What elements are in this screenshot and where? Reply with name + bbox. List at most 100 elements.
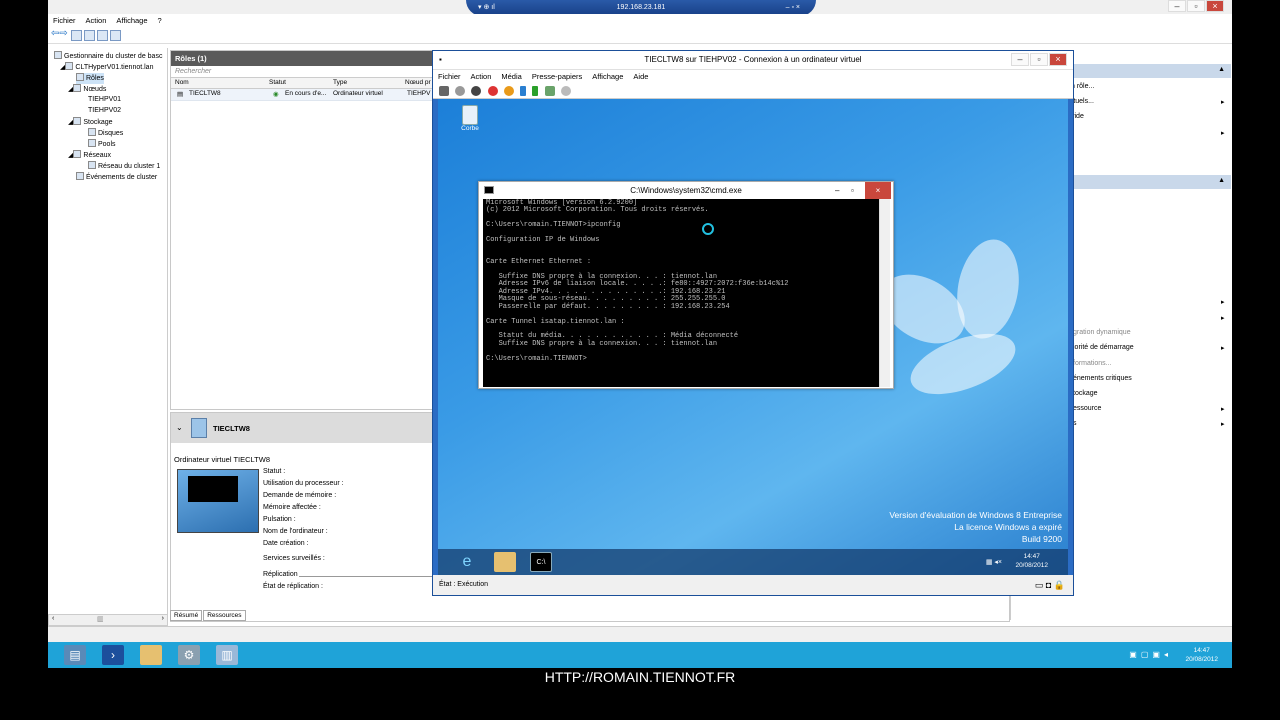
tab-summary[interactable]: Résumé [170, 610, 203, 621]
cmd-minimize-button[interactable]: – [835, 182, 839, 199]
rdp-pin-icon[interactable]: ▾ ⊕ ıl [478, 0, 495, 15]
ctrl-alt-del-icon[interactable] [439, 86, 449, 96]
host-time: 14:47 [1193, 647, 1210, 654]
minimize-button[interactable]: – [1168, 0, 1186, 12]
cluster-manager-icon [54, 51, 62, 59]
column-type[interactable]: Type [333, 79, 347, 86]
scroll-thumb[interactable]: ▥ [97, 615, 104, 623]
prop-replication: Réplication [263, 571, 298, 578]
hyperv-manager-icon[interactable]: ▥ [216, 645, 238, 665]
chevron-right-icon: ▸ [1221, 315, 1225, 322]
checkpoint-icon[interactable] [544, 86, 555, 96]
cluster-manager-taskbar-icon[interactable]: ⚙ [178, 645, 200, 665]
vm-close-button[interactable]: × [1049, 53, 1067, 66]
tree-item-events[interactable]: Événements de cluster [76, 172, 157, 183]
guest-taskbar: e C:\ ▦ ◂× 14:47 20/08/2012 [438, 549, 1068, 575]
tree-item-networks[interactable]: ◢ Réseaux [68, 150, 111, 161]
revert-icon[interactable] [560, 86, 571, 96]
action-item[interactable]: énements critiques [1073, 375, 1132, 382]
tree-item-pools[interactable]: Pools [88, 139, 116, 150]
cmd-window[interactable]: C:\Windows\system32\cmd.exe – ▫ × Micros… [478, 181, 894, 389]
network-icon [73, 150, 82, 158]
action-item[interactable]: gration dynamique [1073, 329, 1131, 336]
cmd-maximize-button[interactable]: ▫ [851, 182, 854, 199]
vm-menu-media[interactable]: Média [501, 72, 521, 81]
explorer-icon[interactable] [494, 552, 516, 572]
start-icon[interactable] [455, 86, 466, 96]
cmd-taskbar-icon[interactable]: C:\ [530, 552, 552, 572]
vm-minimize-button[interactable]: – [1011, 53, 1029, 66]
resume-icon[interactable] [532, 86, 539, 96]
help-icon[interactable] [97, 30, 109, 41]
vm-menu-action[interactable]: Action [471, 72, 492, 81]
tree-item-disks[interactable]: Disques [88, 128, 123, 139]
ie-icon[interactable]: e [456, 552, 478, 572]
save-state-icon[interactable] [503, 86, 514, 96]
vm-menu-view[interactable]: Affichage [592, 72, 623, 81]
tree-label: Gestionnaire du cluster de basc [64, 53, 163, 60]
action-item[interactable]: iorité de démarrage [1073, 344, 1134, 351]
turn-off-icon[interactable] [471, 86, 482, 96]
vm-menu-help[interactable]: Aide [633, 72, 648, 81]
menu-affichage[interactable]: Affichage [116, 16, 147, 25]
column-node[interactable]: Nœud pr [405, 79, 431, 86]
guest-desktop[interactable]: Corbe Version d'évaluation de Windows 8 … [438, 99, 1068, 575]
system-tray-icons[interactable]: ▣▢▣◂ [1129, 650, 1172, 659]
action-item[interactable]: tockage [1073, 390, 1098, 397]
column-status[interactable]: Statut [269, 79, 286, 86]
tree-item-cluster[interactable]: ◢ CLTHyperV01.tiennot.lan [60, 62, 153, 73]
pause-icon[interactable] [520, 86, 527, 96]
maximize-button[interactable]: ▫ [1187, 0, 1205, 12]
console-icon[interactable] [110, 30, 122, 41]
scroll-left-icon[interactable]: ‹ [52, 615, 54, 622]
tree-item-node1[interactable]: TIEHPV01 [88, 95, 121, 105]
action-item[interactable]: formations... [1073, 360, 1112, 367]
show-hide-icon[interactable] [84, 30, 96, 41]
powershell-icon[interactable]: › [102, 645, 124, 665]
explorer-icon[interactable] [140, 645, 162, 665]
tree-item-roles[interactable]: Rôles [76, 73, 104, 84]
collapse-icon[interactable]: ▲ [1218, 66, 1225, 73]
recycle-bin-icon[interactable]: Corbe [458, 105, 482, 133]
action-item[interactable]: n rôle... [1071, 83, 1094, 90]
close-button[interactable]: × [1206, 0, 1224, 12]
menu-help[interactable]: ? [158, 16, 162, 25]
cmd-console-output[interactable]: Microsoft Windows [version 6.2.9200] (c)… [483, 199, 879, 387]
network-tray-icon[interactable]: ▦ ◂× [986, 558, 1002, 566]
rdp-window-controls[interactable]: – ▫ × [786, 0, 800, 15]
table-row[interactable]: ▤ TIECLTW8 ◉ En cours d'e... Ordinateur … [171, 89, 434, 101]
tree-item-nodes[interactable]: ◢ Nœuds [68, 84, 106, 95]
scroll-right-icon[interactable]: › [162, 615, 164, 622]
vm-menu-fichier[interactable]: Fichier [438, 72, 461, 81]
tree-item-node2[interactable]: TIEHPV02 [88, 106, 121, 116]
collapse-icon[interactable]: ▲ [1218, 177, 1225, 184]
vm-statusbar: État : Exécution ▭ ◘ 🔒 [433, 575, 1073, 595]
collapse-icon[interactable]: ⌄ [176, 423, 183, 432]
tab-resources[interactable]: Ressources [203, 610, 246, 621]
shutdown-icon[interactable] [487, 86, 498, 96]
pool-icon [88, 139, 96, 147]
menu-action[interactable]: Action [86, 16, 107, 25]
tree-item-storage[interactable]: ◢ Stockage [68, 117, 113, 128]
vm-icon: ▤ [177, 91, 184, 98]
folder-up-icon[interactable] [71, 30, 83, 41]
vm-maximize-button[interactable]: ▫ [1030, 53, 1048, 66]
tree-item-network1[interactable]: Réseau du cluster 1 [88, 161, 160, 172]
server-manager-icon[interactable]: ▤ [64, 645, 86, 665]
recycle-bin-graphic [462, 105, 478, 125]
guest-clock[interactable]: 14:47 20/08/2012 [1015, 552, 1048, 570]
watermark-line: La licence Windows a expiré [954, 522, 1062, 532]
action-item[interactable]: rtuels... [1071, 98, 1094, 105]
action-item[interactable]: essource [1073, 405, 1101, 412]
roles-search-input[interactable]: Rechercher [171, 66, 434, 78]
column-name[interactable]: Nom [175, 79, 189, 86]
menu-fichier[interactable]: Fichier [53, 16, 76, 25]
host-clock[interactable]: 14:47 20/08/2012 [1185, 646, 1218, 664]
cmd-scrollbar[interactable] [879, 199, 890, 387]
forward-icon[interactable]: ⇨ [59, 28, 67, 39]
tree-item-manager[interactable]: Gestionnaire du cluster de basc [54, 51, 162, 62]
vm-menu-clipboard[interactable]: Presse-papiers [532, 72, 582, 81]
cmd-close-button[interactable]: × [865, 182, 891, 199]
vm-thumbnail[interactable] [177, 469, 259, 533]
tree-horizontal-scrollbar[interactable]: ‹ ▥ › [48, 614, 168, 626]
